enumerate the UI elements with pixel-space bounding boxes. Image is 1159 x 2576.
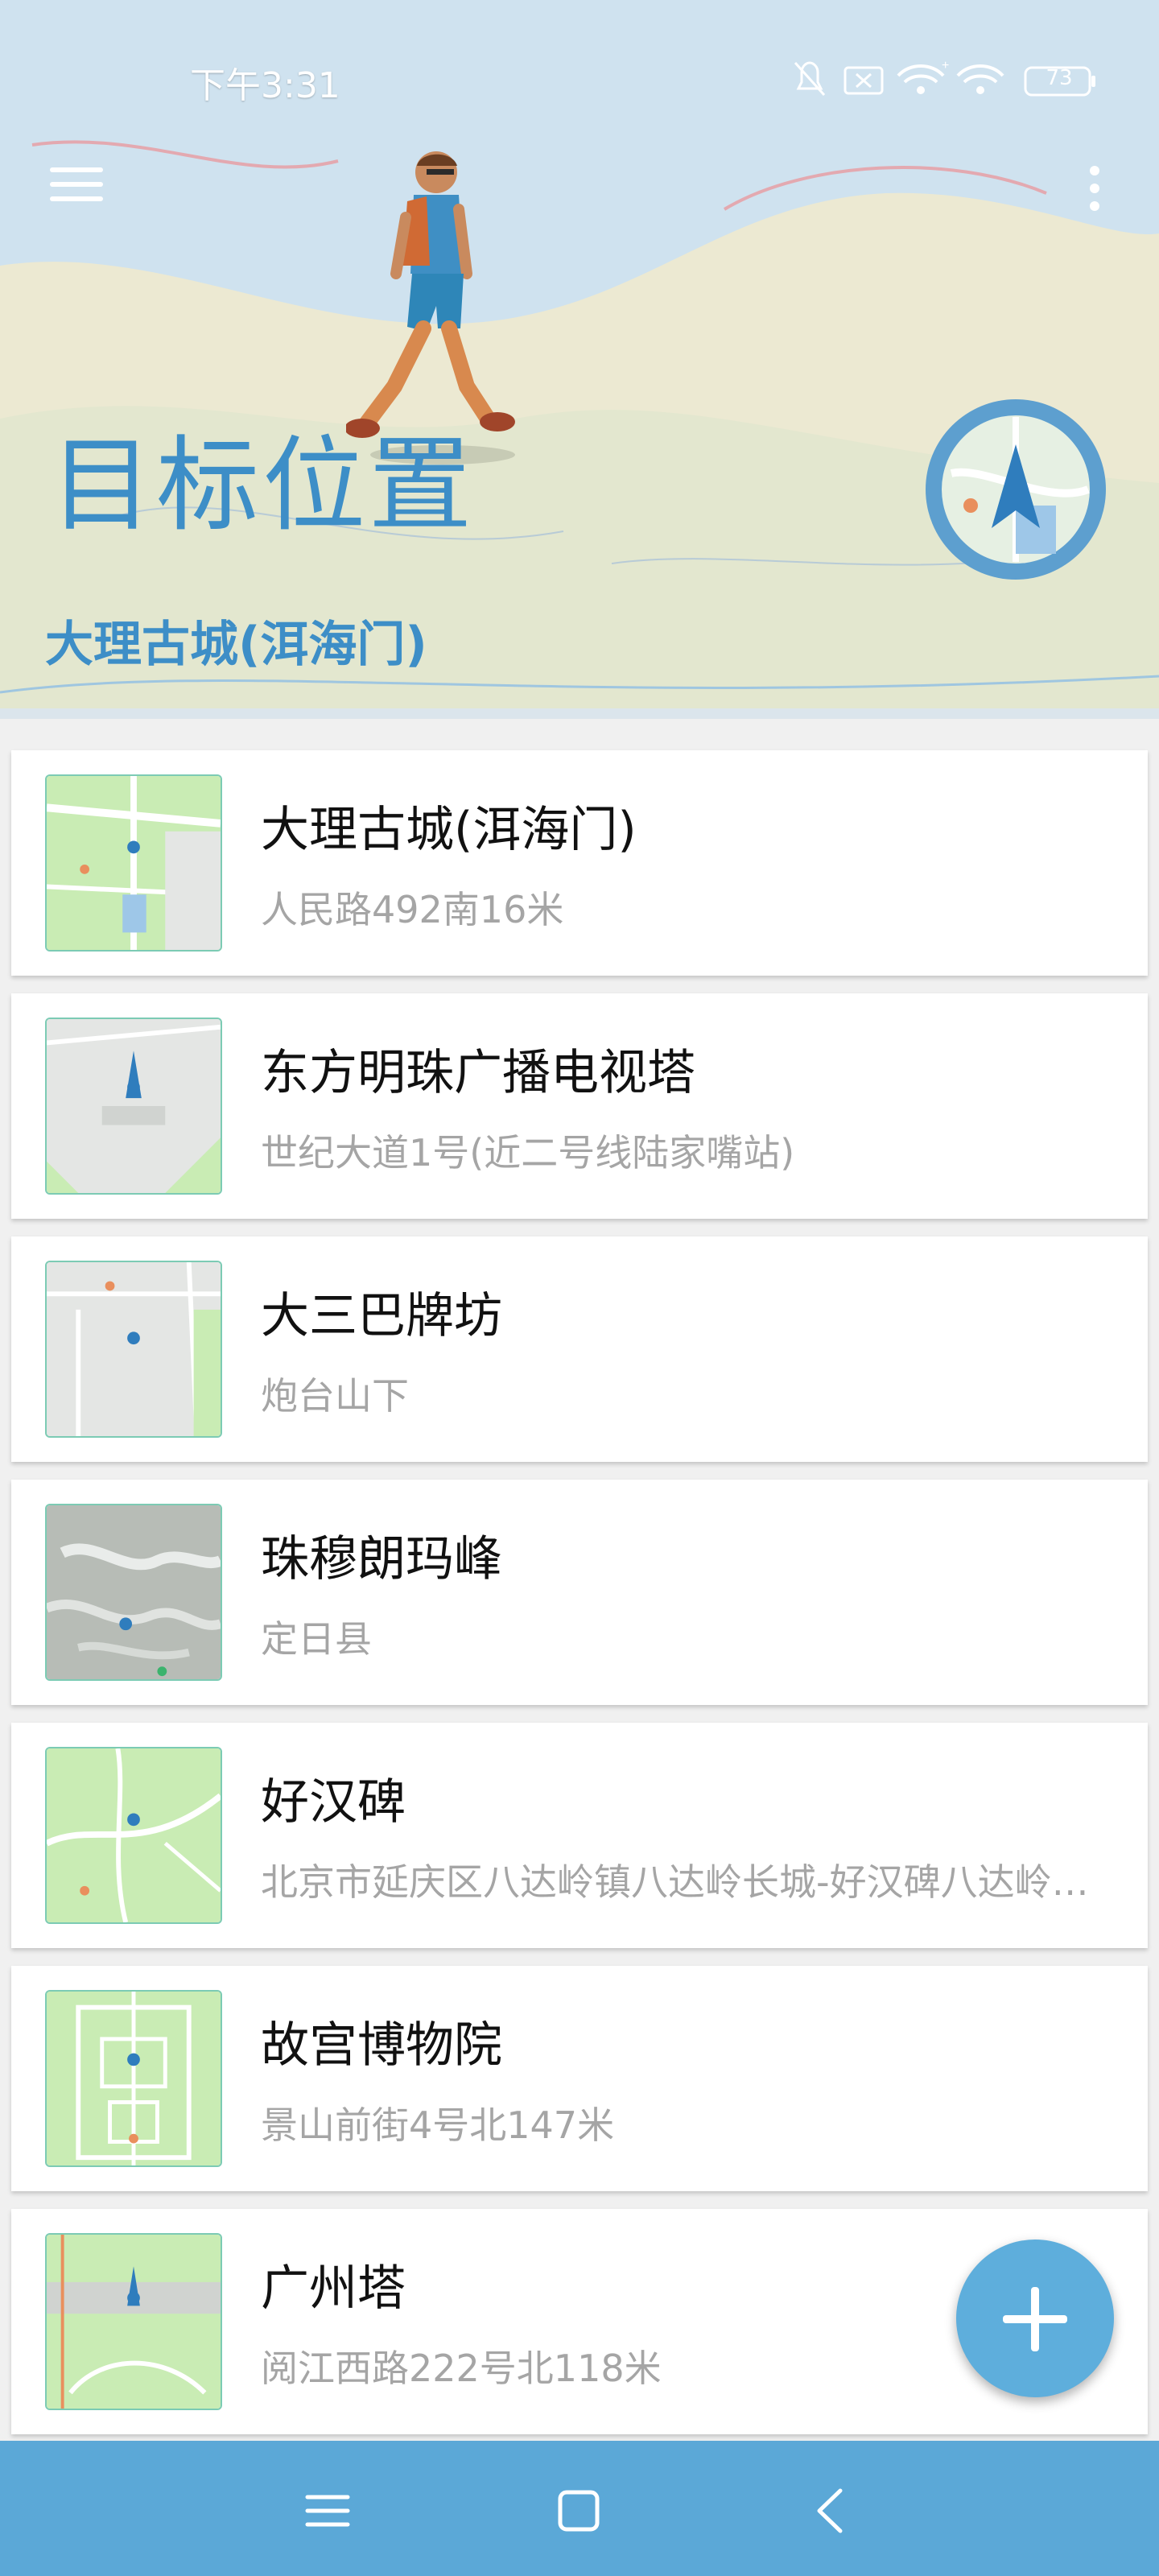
hamburger-menu-icon[interactable]	[50, 161, 108, 209]
location-name: 故宫博物院	[261, 2017, 502, 2074]
location-map-thumbnail	[45, 1990, 222, 2167]
location-map-thumbnail	[45, 1261, 222, 1438]
location-map-thumbnail	[45, 1504, 222, 1681]
recents-menu-icon[interactable]	[299, 2483, 356, 2539]
system-navigation-bar	[0, 2441, 1159, 2576]
page-title: 目标位置	[50, 426, 476, 546]
wifi-plus-icon: +	[897, 59, 949, 94]
location-name: 东方明珠广播电视塔	[261, 1045, 695, 1101]
location-card[interactable]: 大三巴牌坊 炮台山下	[11, 1236, 1148, 1462]
selected-location-subtitle: 大理古城(洱海门)	[45, 617, 427, 673]
home-square-icon[interactable]	[551, 2483, 607, 2539]
location-address: 北京市延庆区八达岭镇八达岭长城-好汉碑八达岭长城好汉碑	[261, 1860, 1114, 1904]
location-map-thumbnail	[45, 2233, 222, 2410]
location-name: 大三巴牌坊	[261, 1288, 502, 1344]
location-address: 世纪大道1号(近二号线陆家嘴站)	[261, 1131, 795, 1174]
add-location-button[interactable]	[956, 2240, 1114, 2397]
header: 下午3:31 + 73 目标位置 大理古城(洱海门)	[0, 0, 1159, 719]
location-card[interactable]: 东方明珠广播电视塔 世纪大道1号(近二号线陆家嘴站)	[11, 993, 1148, 1219]
location-map-thumbnail	[45, 774, 222, 952]
traveler-figure-image	[346, 151, 515, 464]
sim-off-icon	[843, 66, 884, 95]
status-bar: 下午3:31 + 73	[0, 0, 1159, 161]
location-map-thumbnail	[45, 1018, 222, 1195]
location-address: 景山前街4号北147米	[261, 2103, 615, 2147]
location-name: 大理古城(洱海门)	[261, 802, 637, 858]
location-name: 广州塔	[261, 2260, 406, 2317]
location-name: 珠穆朗玛峰	[261, 1531, 502, 1587]
location-card[interactable]: 故宫博物院 景山前街4号北147米	[11, 1966, 1148, 2191]
location-address: 定日县	[261, 1617, 372, 1661]
mute-bell-icon	[794, 61, 826, 97]
location-address: 人民路492南16米	[261, 888, 564, 931]
navigation-compass-icon[interactable]	[919, 393, 1112, 586]
location-name: 好汉碑	[261, 1774, 406, 1831]
battery-level: 73	[1046, 66, 1073, 90]
more-vert-icon[interactable]	[1079, 161, 1111, 217]
status-time: 下午3:31	[190, 65, 340, 106]
location-address: 炮台山下	[261, 1374, 409, 1418]
location-map-thumbnail	[45, 1747, 222, 1924]
back-chevron-icon[interactable]	[803, 2483, 860, 2539]
wifi-icon	[956, 64, 1004, 94]
location-card[interactable]: 珠穆朗玛峰 定日县	[11, 1480, 1148, 1705]
svg-text:+: +	[942, 59, 949, 72]
location-card[interactable]: 好汉碑 北京市延庆区八达岭镇八达岭长城-好汉碑八达岭长城好汉碑	[11, 1723, 1148, 1948]
location-card[interactable]: 大理古城(洱海门) 人民路492南16米	[11, 750, 1148, 976]
